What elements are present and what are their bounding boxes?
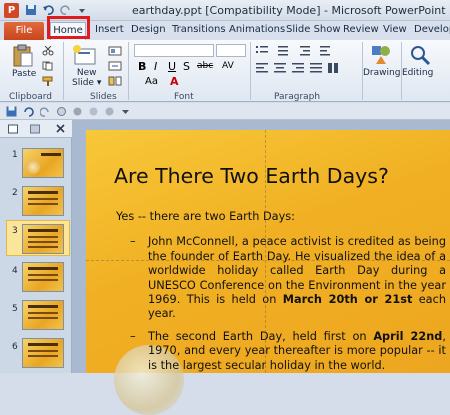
slide-title[interactable]: Are There Two Earth Days? — [114, 164, 389, 188]
outline-tab-icon[interactable] — [30, 124, 40, 134]
customize-qat-icon[interactable] — [120, 106, 131, 117]
undo-icon[interactable] — [42, 4, 54, 16]
editing-icon[interactable] — [409, 44, 431, 66]
bold-button[interactable]: B — [138, 60, 146, 73]
cut-icon[interactable] — [42, 46, 54, 56]
tab-transitions[interactable]: Transitions — [172, 24, 226, 35]
new-slide-button[interactable]: New Slide ▾ — [72, 68, 101, 88]
slide-thumbnail-2[interactable] — [22, 186, 64, 216]
paragraph-group-label: Paragraph — [274, 92, 321, 102]
powerpoint-app-icon[interactable]: P — [4, 3, 19, 18]
section-icon[interactable] — [108, 76, 122, 86]
slide-thumbnail-6[interactable] — [22, 338, 64, 368]
ribbon-separator — [250, 42, 251, 100]
save-icon[interactable] — [25, 4, 37, 16]
thumbnail-number: 2 — [12, 188, 18, 198]
editing-button[interactable]: Editing — [402, 68, 433, 78]
bullet-dash: – — [130, 329, 136, 343]
redo-icon[interactable] — [60, 4, 72, 16]
slide-thumbnail-1[interactable] — [22, 148, 64, 178]
repeat-icon[interactable] — [56, 106, 67, 117]
slide-body[interactable]: Yes -- there are two Earth Days: – John … — [116, 210, 446, 381]
close-icon[interactable] — [56, 124, 65, 133]
thumbnail-number: 1 — [12, 150, 18, 160]
bullet-level-1: Yes -- there are two Earth Days: — [116, 210, 295, 223]
ribbon-home: Paste Clipboard New Slide ▾ Slides B I U … — [0, 40, 450, 102]
bullet-bold-text: April 22nd — [373, 329, 443, 343]
ribbon-separator — [63, 42, 64, 100]
thumbnail-number: 3 — [12, 226, 18, 236]
tab-slide-show[interactable]: Slide Show — [286, 24, 341, 35]
font-group-label: Font — [174, 92, 194, 102]
slides-tab-icon[interactable] — [8, 124, 18, 134]
slide-thumbnail-panel: 1 2 3 4 5 6 — [0, 120, 72, 373]
slide-thumbnail-5[interactable] — [22, 300, 64, 330]
paragraph-controls[interactable] — [256, 45, 356, 89]
slides-group-label: Slides — [90, 92, 117, 102]
character-spacing-button[interactable]: AV — [222, 61, 234, 71]
clipboard-group-label: Clipboard — [9, 92, 52, 102]
change-case-button[interactable]: Aa — [145, 76, 158, 87]
font-name-dropdown[interactable] — [134, 44, 214, 57]
new-slide-label-line2: Slide ▾ — [72, 78, 102, 88]
undo-icon[interactable] — [22, 106, 36, 117]
ribbon-separator — [128, 42, 129, 100]
tab-review[interactable]: Review — [343, 24, 379, 35]
strikethrough-button[interactable]: abc — [197, 61, 213, 71]
paste-icon[interactable] — [12, 44, 34, 68]
slide-thumbnail-3[interactable] — [22, 224, 64, 254]
vertical-guide[interactable] — [265, 130, 266, 373]
thumbnail-number: 4 — [12, 266, 18, 276]
horizontal-guide[interactable] — [86, 260, 450, 261]
shapes-icon[interactable] — [88, 106, 99, 117]
bullet-level-2: – John McConnell, a peace activist is cr… — [130, 235, 446, 321]
tab-design[interactable]: Design — [131, 24, 166, 35]
window-title: earthday.ppt [Compatibility Mode] - Micr… — [132, 4, 446, 17]
font-color-button[interactable]: A — [170, 75, 179, 88]
copy-icon[interactable] — [42, 61, 54, 71]
paste-button[interactable]: Paste — [12, 69, 36, 79]
panel-tabs — [0, 120, 72, 138]
save-icon[interactable] — [6, 106, 17, 117]
drawing-icon[interactable] — [370, 44, 392, 66]
bullet-text: The second Earth Day, held first on — [148, 329, 374, 343]
slide-workspace: Are There Two Earth Days? Yes -- there a… — [72, 120, 450, 415]
refresh-icon[interactable] — [104, 106, 115, 117]
shadow-button[interactable]: S — [183, 60, 190, 73]
slide-canvas[interactable]: Are There Two Earth Days? Yes -- there a… — [86, 130, 450, 415]
tab-file[interactable]: File — [4, 22, 44, 40]
layout-icon[interactable] — [108, 46, 122, 56]
home-tab-highlight-box — [47, 16, 90, 39]
tab-view[interactable]: View — [383, 24, 407, 35]
redo-icon[interactable] — [40, 106, 51, 117]
italic-button[interactable]: I — [154, 60, 157, 73]
bullet-bold-text: March 20th or 21st — [282, 293, 413, 307]
reset-icon[interactable] — [108, 61, 122, 71]
font-size-dropdown[interactable] — [216, 44, 246, 57]
drawing-button[interactable]: Drawing — [363, 68, 400, 78]
new-slide-label-line1: New — [76, 68, 97, 78]
underline-button[interactable]: U — [168, 60, 176, 73]
tab-developer[interactable]: Develope — [414, 24, 450, 35]
bullet-level-2: – The second Earth Day, held first on Ap… — [130, 330, 446, 373]
tab-insert[interactable]: Insert — [95, 24, 124, 35]
customize-qat-icon[interactable] — [76, 4, 88, 16]
bullet-dash: – — [130, 235, 136, 249]
new-slide-icon[interactable] — [72, 44, 98, 68]
tab-animations[interactable]: Animations — [229, 24, 285, 35]
thumbnail-number: 5 — [12, 304, 18, 314]
slide-thumbnail-4[interactable] — [22, 262, 64, 292]
format-painter-icon[interactable] — [42, 76, 54, 86]
quick-access-toolbar — [0, 103, 450, 120]
slideshow-icon[interactable] — [72, 106, 83, 117]
thumbnail-number: 6 — [12, 342, 18, 352]
